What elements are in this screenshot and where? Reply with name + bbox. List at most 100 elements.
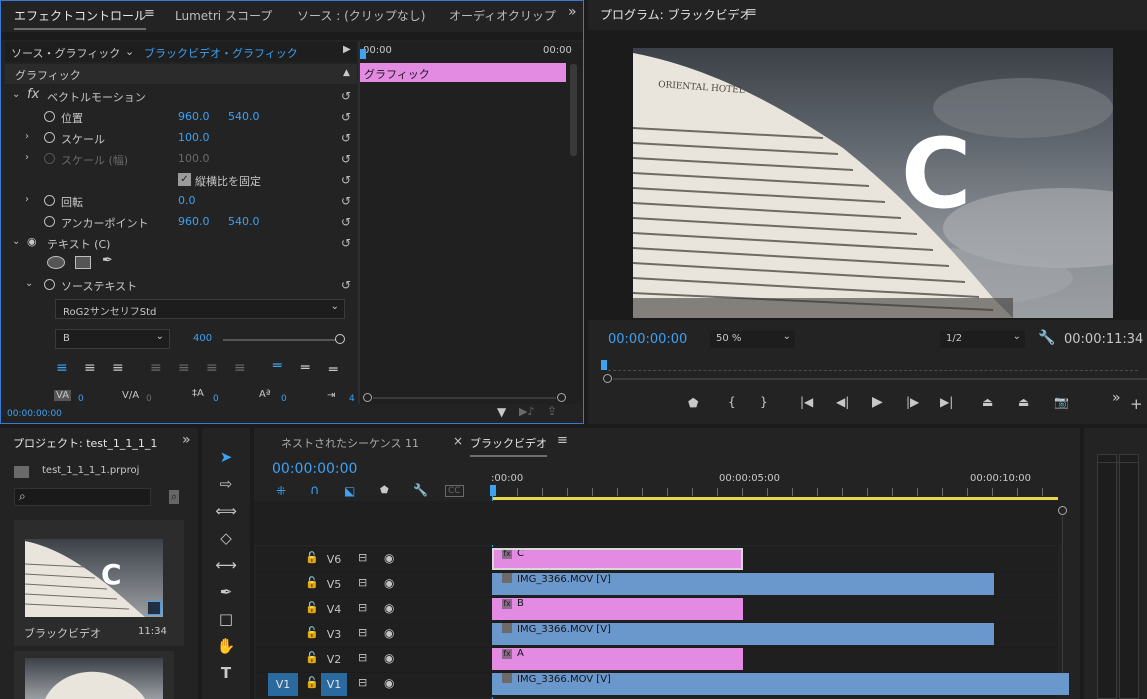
step-forward-button[interactable]: |▶ [906,395,919,409]
align-middle-icon[interactable]: ═ [301,360,309,376]
align-top-icon[interactable]: ═ [273,358,281,374]
scrub-bar-handle[interactable] [603,374,612,383]
reset-icon[interactable]: ↺ [341,236,351,250]
align-left-icon[interactable]: ≡ [56,360,68,376]
scale-value[interactable]: 100.0 [178,131,210,144]
add-marker-icon[interactable]: ⬟ [380,485,389,496]
anchor-y-value[interactable]: 540.0 [228,215,260,228]
reset-icon[interactable]: ↺ [341,110,351,124]
tab-width-value[interactable]: 4 [349,394,355,404]
lock-icon[interactable]: 🔓 [305,601,319,614]
tab-nested-sequence[interactable]: ネストされたシーケンス 11 [281,435,419,451]
sync-lock-icon[interactable]: ⊟ [358,601,367,614]
source-dropdown-chevron-icon[interactable]: ⌄ [125,45,134,58]
expand-chevron-icon[interactable]: › [25,131,29,142]
step-back-button[interactable]: ◀| [836,395,849,409]
sync-lock-icon[interactable]: ⊟ [358,576,367,589]
sync-lock-icon[interactable]: ⊟ [358,651,367,664]
play-button[interactable]: ▶ [872,394,883,410]
vertical-scroll-handle-top[interactable] [1058,506,1067,515]
baseline-icon[interactable]: Aª [259,389,271,400]
new-bin-search-icon[interactable]: ⌕ [169,490,180,504]
font-dropdown[interactable]: RoG2サンセリフStd ⌄ [55,299,345,319]
panel-menu-icon[interactable]: ≡ [144,6,155,21]
eye-icon[interactable]: ◉ [384,626,394,640]
wrench-icon[interactable]: 🔧 [1038,330,1055,346]
timeline-clip-v6[interactable]: fx C [492,548,743,570]
rectangle-mask-icon[interactable] [75,256,91,269]
mark-out-button[interactable]: } [760,395,768,409]
panel-menu-icon[interactable]: ≡ [746,5,757,20]
leading-icon[interactable]: ‡A [192,388,204,399]
panel-menu-icon[interactable]: ≡ [557,433,568,448]
mini-timeline-clip[interactable]: グラフィック [360,63,566,82]
close-tab-icon[interactable]: × [453,434,463,448]
track-name-v2[interactable]: V2 [321,653,347,666]
mini-playhead[interactable] [360,49,366,59]
lock-icon[interactable]: 🔓 [305,651,319,664]
panel-overflow-button[interactable]: » [182,432,191,448]
tab-black-video[interactable]: ブラックビデオ [470,435,547,457]
go-to-in-button[interactable]: |◀ [800,395,813,409]
eye-icon[interactable]: ◉ [384,551,394,565]
scrub-bar[interactable] [613,378,1147,380]
tab-lumetri-scopes[interactable]: Lumetri スコープ [175,7,272,24]
kerning-value[interactable]: 0 [78,394,84,404]
slip-tool-icon[interactable]: ⟷ [210,553,242,577]
ellipse-mask-icon[interactable] [47,256,65,269]
tab-width-icon[interactable]: ⇥ [327,390,335,401]
track-name-v4[interactable]: V4 [321,603,347,616]
show-timeline-arrow-icon[interactable]: ▶ [343,44,351,55]
expand-chevron-icon[interactable]: ⌄ [12,236,20,247]
type-tool-icon[interactable]: T [210,661,242,685]
uniform-scale-checkbox[interactable]: ✓ [178,173,191,186]
lift-button[interactable]: ⏏ [982,395,993,409]
timeline-clip-v1[interactable]: IMG_3366.MOV [V] [492,673,1070,695]
timeline-clip-v4[interactable]: fx B [492,598,743,620]
justify-all-icon[interactable]: ≡ [234,360,246,376]
font-size-slider-handle[interactable] [335,334,345,344]
lock-icon[interactable]: 🔓 [305,626,319,639]
expand-chevron-icon[interactable]: ⌄ [12,89,20,100]
playhead[interactable] [490,485,496,496]
snap-insert-icon[interactable]: ⁜ [276,484,286,498]
timeline-settings-wrench-icon[interactable]: 🔧 [413,483,428,497]
anchor-x-value[interactable]: 960.0 [178,215,210,228]
position-x-value[interactable]: 960.0 [178,110,210,123]
search-input[interactable] [14,488,151,506]
timeline-clip-v5[interactable]: IMG_3366.MOV [V] [492,573,994,595]
export-icon[interactable]: ⇪ [547,404,557,418]
lock-icon[interactable]: 🔓 [305,551,319,564]
font-size-slider-track[interactable] [223,339,339,341]
expand-chevron-icon[interactable]: ⌄ [25,278,33,289]
lock-icon[interactable]: 🔓 [305,576,319,589]
project-clip-name[interactable]: ブラックビデオ [24,625,101,641]
pen-tool-icon[interactable]: ✒ [210,580,242,604]
reset-icon[interactable]: ↺ [341,194,351,208]
baseline-value[interactable]: 0 [281,394,287,404]
font-size-value[interactable]: 400 [193,333,212,344]
timeline-clip-v2[interactable]: fx A [492,648,743,670]
mark-in-button[interactable]: { [728,395,736,409]
track-name-v5[interactable]: V5 [321,578,347,591]
ripple-edit-tool-icon[interactable]: ⟺ [210,499,242,523]
stopwatch-icon[interactable] [44,216,55,227]
zoom-handle-right[interactable] [557,393,566,402]
clip-thumbnail[interactable]: C [25,539,163,617]
filter-icon[interactable]: ▼ [497,405,506,419]
add-button[interactable]: + [1130,395,1143,413]
tab-source[interactable]: ソース : (クリップなし) [297,7,425,24]
stopwatch-icon[interactable] [44,195,55,206]
overlay-text-c[interactable]: C [901,126,971,222]
source-patch-v1[interactable]: V1 [268,673,298,696]
vertical-scrollbar[interactable] [1062,516,1063,686]
eye-icon[interactable]: ◉ [384,651,394,665]
position-y-value[interactable]: 540.0 [228,110,260,123]
tab-audio-clip[interactable]: オーディオクリップ [449,7,556,24]
justify-center-icon[interactable]: ≡ [178,360,190,376]
timeline-clip-v3[interactable]: IMG_3366.MOV [V] [492,623,994,645]
razor-tool-icon[interactable]: ◇ [210,526,242,550]
time-ruler[interactable] [608,366,1138,371]
align-center-icon[interactable]: ≡ [84,360,96,376]
fx-icon[interactable]: fx [27,87,39,102]
